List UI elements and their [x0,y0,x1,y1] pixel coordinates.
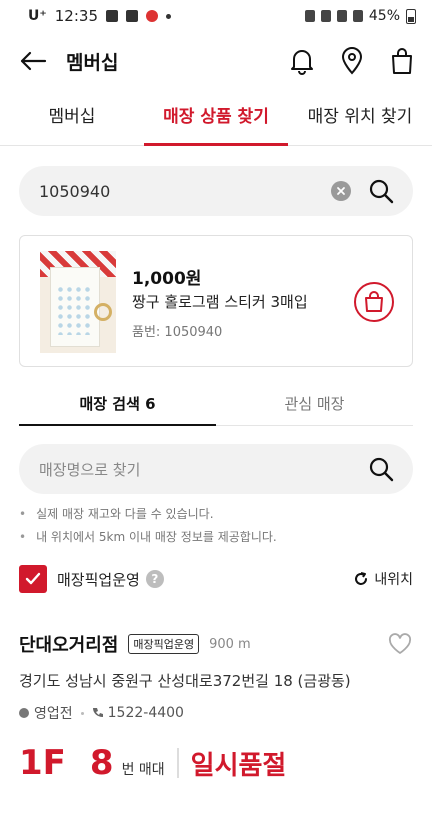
store-search-input[interactable]: 매장명으로 찾기 [39,459,367,480]
tab-store-search[interactable]: 매장 검색 6 [19,384,216,426]
product-search-bar: 1050940 [19,166,413,216]
carrier-label: U⁺ [28,8,47,24]
shopping-bag-icon [392,48,412,74]
battery-icon [406,8,416,24]
help-icon[interactable]: ? [145,570,164,588]
store-list-item[interactable]: 단대오거리점 매장픽업운영 900 m 경기도 성남시 중원구 산성대로372번… [19,628,413,798]
product-thumbnail [40,251,116,353]
store-name: 단대오거리점 [19,635,119,656]
alarm-icon [304,10,315,22]
pickup-badge: 매장픽업운영 [128,634,200,654]
store-search-bar: 매장명으로 찾기 [19,444,413,494]
wifi-icon [336,10,347,22]
product-name: 짱구 홀로그램 스티커 3매입 [132,293,308,311]
my-location-label: 내위치 [374,572,413,588]
product-price: 1,000원 [132,269,202,289]
search-button[interactable] [367,177,395,205]
favorite-button[interactable] [387,631,413,657]
product-card[interactable]: 1,000원 짱구 홀로그램 스티커 3매입 품번: 1050940 [19,235,413,367]
floor-label: 1F [19,743,66,783]
status-time: 12:35 [54,7,98,25]
tab-store-product-search[interactable]: 매장 상품 찾기 [144,94,288,146]
store-sub-tabs: 매장 검색 6 관심 매장 [19,384,413,426]
pickup-filter-row: 매장픽업운영 ? 내위치 [19,563,413,595]
page-title: 멤버십 [66,51,119,74]
signal-icon [352,10,363,22]
tab-store-location-search[interactable]: 매장 위치 찾기 [288,94,432,145]
store-location-button[interactable] [338,46,366,76]
battery-percent: 45% [368,8,400,24]
shelf-number: 8 [89,743,114,783]
clear-search-button[interactable] [331,181,351,201]
app-notification-icon [146,10,158,22]
status-dot-icon [19,708,29,718]
map-pin-icon [341,47,363,75]
app-header: 멤버십 [0,36,432,86]
close-icon [337,187,345,195]
notification-button[interactable] [288,46,316,76]
arrow-left-icon [20,51,47,71]
shopping-bag-icon [365,291,383,312]
pickup-filter-label: 매장픽업운영 [57,570,140,589]
store-phone[interactable]: 1522-4400 [108,705,184,721]
add-to-bag-button[interactable] [354,282,394,322]
heart-icon [388,633,412,654]
product-search-input[interactable]: 1050940 [39,182,331,201]
stock-status: 일시품절 [190,750,287,781]
bluetooth-icon [320,10,331,22]
store-status: 영업전 [34,706,73,722]
back-button[interactable] [18,46,48,76]
tab-membership[interactable]: 멤버십 [0,94,144,145]
search-icon [369,179,394,204]
shopping-bag-button[interactable] [388,46,416,76]
note-item: • 실제 매장 재고와 다를 수 있습니다. [19,507,214,521]
gallery-notification-icon [106,10,118,22]
store-distance: 900 m [209,636,251,652]
tab-favorite-stores[interactable]: 관심 매장 [216,384,413,425]
store-address: 경기도 성남시 중원구 산성대로372번길 18 (금광동) [19,672,351,690]
product-code: 품번: 1050940 [132,325,223,340]
search-icon [369,457,394,482]
check-icon [25,572,41,585]
store-search-button[interactable] [367,455,395,483]
note-item: • 내 위치에서 5km 이내 매장 정보를 제공합니다. [19,530,277,544]
search-notes: • 실제 매장 재고와 다를 수 있습니다. • 내 위치에서 5km 이내 매장 … [19,503,413,549]
shelf-unit: 번 매대 [121,762,165,778]
main-tabs: 멤버십 매장 상품 찾기 매장 위치 찾기 [0,94,432,146]
refresh-icon [355,572,368,585]
status-bar: U⁺ 12:35 45% [0,0,432,32]
bell-icon [291,50,313,75]
my-location-button[interactable]: 내위치 [353,569,413,589]
image-notification-icon [126,10,138,22]
pickup-checkbox[interactable] [19,565,47,593]
phone-icon [92,707,104,719]
more-notifications-icon [166,13,171,19]
